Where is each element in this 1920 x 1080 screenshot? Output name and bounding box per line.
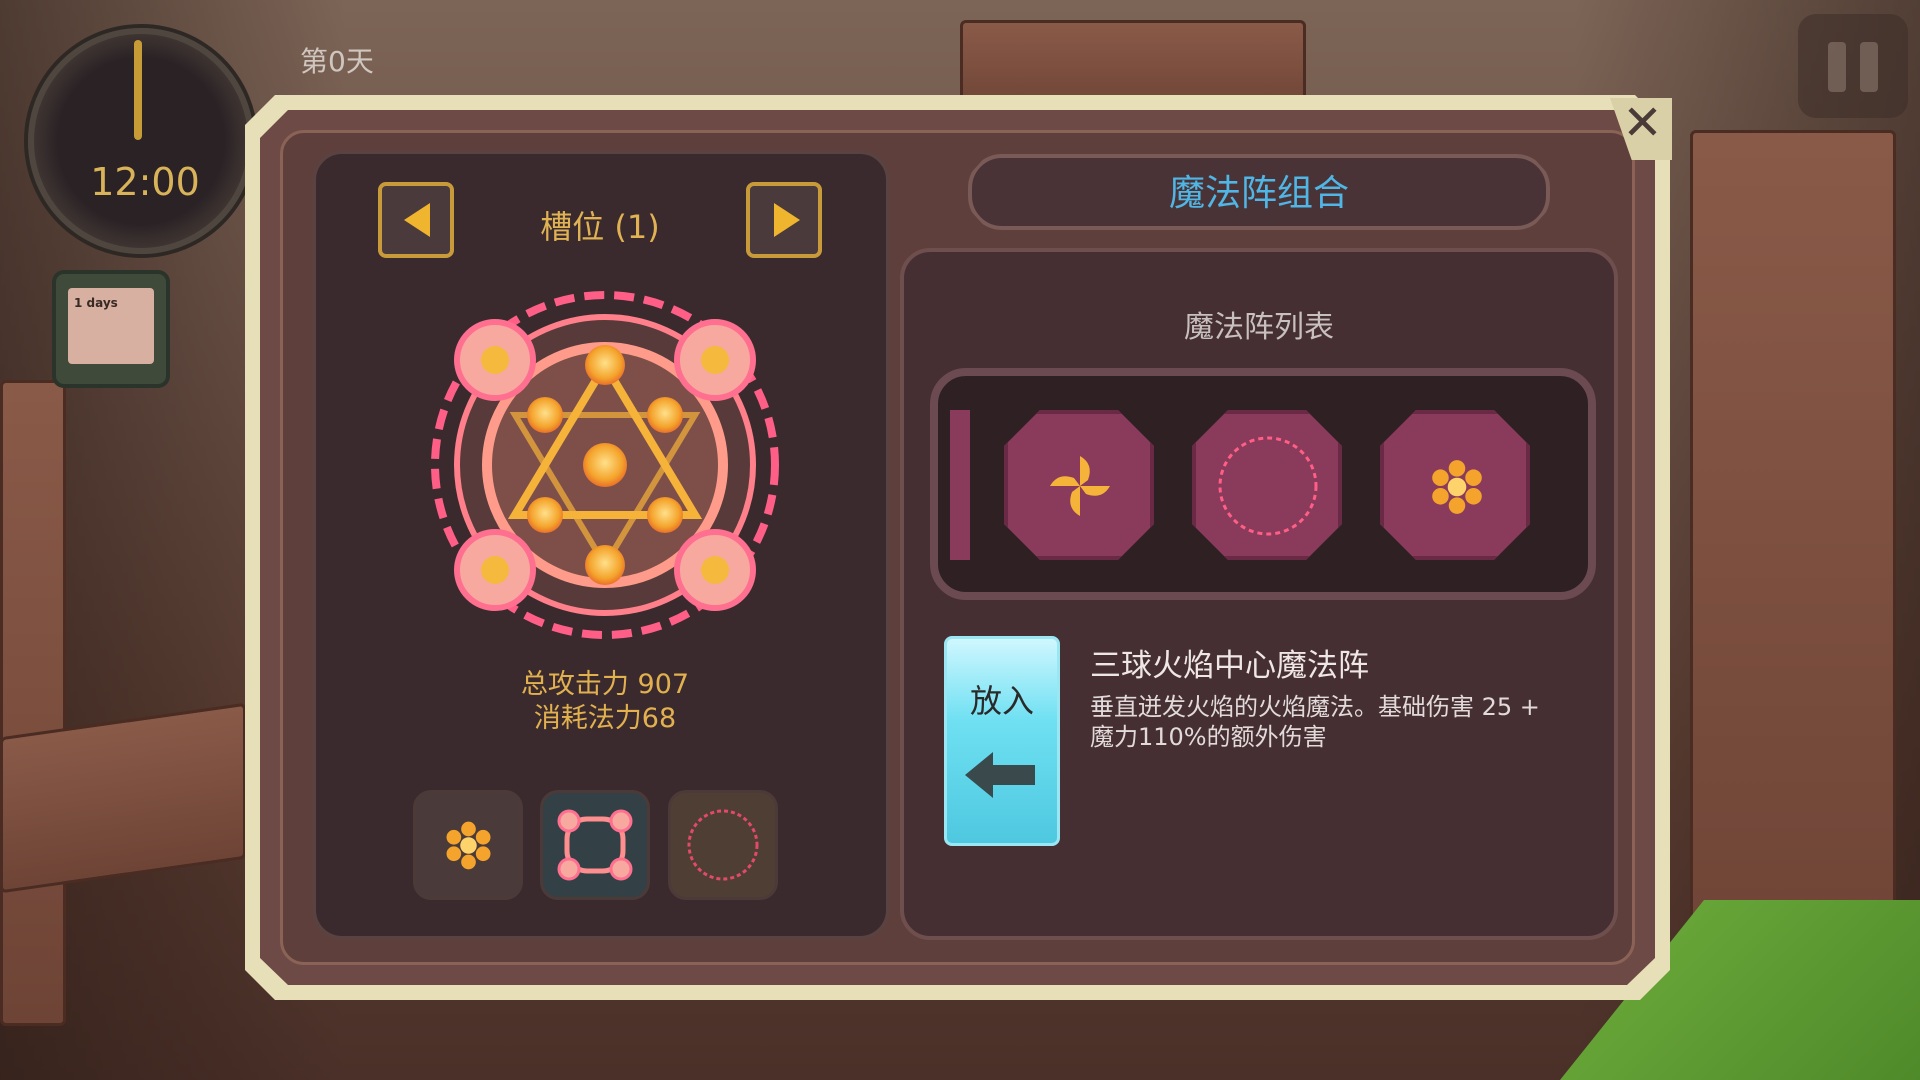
ring-of-orbs-icon <box>557 809 633 881</box>
flower-rune-icon <box>446 821 491 870</box>
rune-slot-2[interactable] <box>540 790 650 900</box>
pinwheel-rune-icon <box>1050 456 1110 516</box>
dialog-title: 魔法阵组合 <box>1168 173 1349 214</box>
slot-stats: 总攻击力 907 消耗法力68 <box>440 668 770 736</box>
magic-name: 三球火焰中心魔法阵 <box>1090 648 1369 684</box>
arrow-right-icon <box>774 203 800 237</box>
magic-list-item[interactable] <box>1192 410 1342 560</box>
arrow-left-icon[interactable] <box>965 750 1035 800</box>
journal-button[interactable]: 1 days <box>52 270 170 388</box>
clock-hand <box>134 40 142 140</box>
place-button[interactable] <box>944 636 1060 846</box>
rune-slot-1[interactable] <box>413 790 523 900</box>
magic-list-item[interactable] <box>1004 410 1154 560</box>
mana-cost: 消耗法力68 <box>533 703 677 734</box>
day-counter: 第0天 <box>300 45 374 78</box>
wood-post <box>0 380 66 1026</box>
empty-circle-icon <box>687 809 759 881</box>
pause-icon <box>1828 42 1846 92</box>
pause-icon-bar <box>1860 42 1878 92</box>
magic-list-item[interactable] <box>1380 410 1530 560</box>
rune-slot-3[interactable] <box>668 790 778 900</box>
clock-time: 12:00 <box>90 160 200 204</box>
close-icon[interactable]: ✕ <box>1615 96 1670 151</box>
total-attack: 总攻击力 907 <box>520 669 690 700</box>
list-item-partial[interactable] <box>950 410 970 560</box>
magic-list-title: 魔法阵列表 <box>1184 310 1334 345</box>
arrow-left-icon <box>404 203 430 237</box>
magic-description: 垂直迸发火焰的火焰魔法。基础伤害 25 + 魔力110%的额外伤害 <box>1090 693 1540 751</box>
pause-button[interactable] <box>1798 14 1908 118</box>
prev-slot-button[interactable] <box>378 182 454 258</box>
flower-rune-icon <box>1432 460 1482 514</box>
empty-circle-icon <box>1218 436 1318 536</box>
next-slot-button[interactable] <box>746 182 822 258</box>
place-button-label[interactable]: 放入 <box>944 676 1060 722</box>
slot-title: 槽位 (1) <box>540 208 660 246</box>
combined-magic-circle-icon <box>431 291 779 639</box>
journal-label: 1 days <box>74 296 118 310</box>
wood-pillar <box>1690 130 1896 996</box>
